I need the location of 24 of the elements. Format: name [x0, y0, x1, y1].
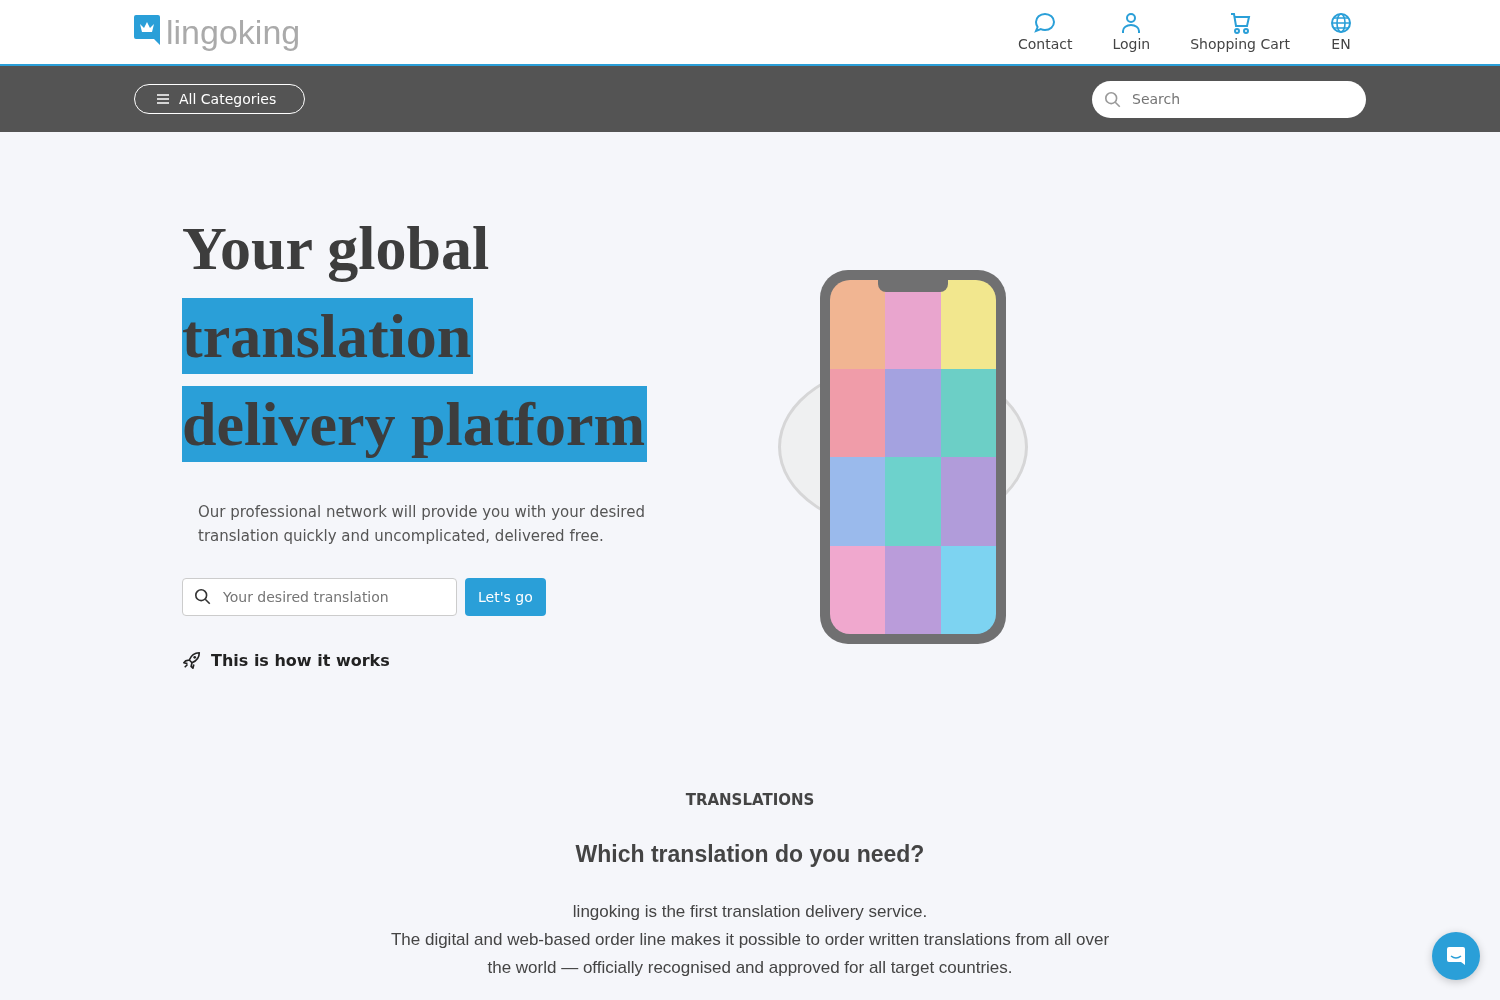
- logo-crown-icon: [134, 15, 160, 45]
- search-field[interactable]: Search: [1092, 80, 1366, 118]
- nav-link[interactable]: Login: [1112, 12, 1151, 52]
- cart-icon: [1229, 12, 1252, 34]
- hero-description: Our professional network will provide you with your desired translation quickly and uncomplicated, delivered free.: [198, 502, 646, 547]
- section-paragraph: The digital and web-based order line makes it possible to order written translations from all over the world — officially recognised and approved for all target countries.: [390, 929, 1110, 979]
- chat-icon: [1446, 946, 1466, 966]
- how-it-works-link[interactable]: This is how it works: [182, 650, 390, 670]
- rocket-icon: [182, 650, 202, 670]
- search-icon: [194, 588, 212, 606]
- chat-bubble-icon: [1034, 12, 1057, 34]
- globe-icon: [1330, 12, 1352, 34]
- nav-link[interactable]: EN: [1330, 12, 1352, 52]
- nav-link[interactable]: Shopping Cart: [1190, 12, 1290, 52]
- search-icon: [1104, 90, 1122, 109]
- nav-link[interactable]: Contact: [1017, 12, 1073, 52]
- chat-launcher-button[interactable]: [1432, 932, 1480, 980]
- user-icon: [1120, 12, 1143, 34]
- section-title: Which translation do you need?: [575, 841, 925, 868]
- menu-icon: [157, 94, 169, 104]
- headline-line: Your global: [182, 213, 491, 284]
- section-eyebrow: TRANSLATIONS: [685, 791, 815, 809]
- translation-search-field[interactable]: Your desired translation: [182, 578, 457, 616]
- section-paragraph: lingoking is the first translation delivery service.: [571, 901, 929, 923]
